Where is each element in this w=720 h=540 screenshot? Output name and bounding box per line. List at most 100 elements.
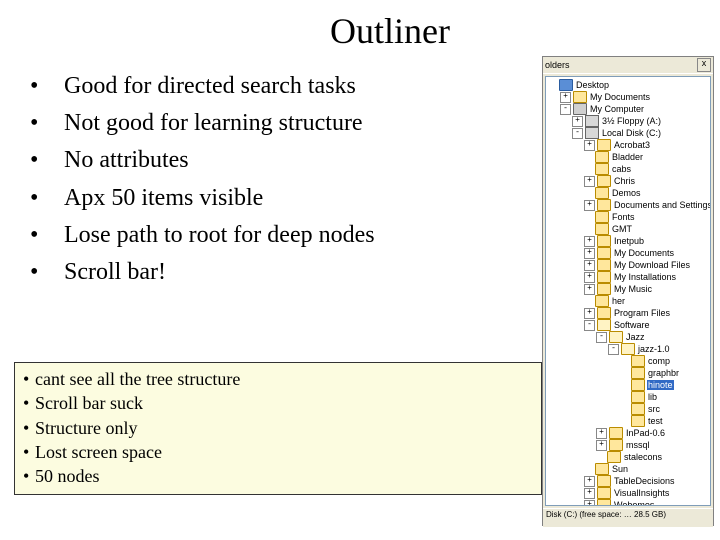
tree-node-label[interactable]: VisualInsights [613,488,670,498]
tree-node[interactable]: her [548,295,710,307]
tree-node-label[interactable]: TableDecisions [613,476,676,486]
tree-node-label[interactable]: hinote [647,380,674,390]
collapse-icon[interactable]: - [584,320,595,331]
tree-node-label[interactable]: jazz-1.0 [637,344,671,354]
tree-node-label[interactable]: Desktop [575,80,610,90]
collapse-icon[interactable]: - [608,344,619,355]
tree-node[interactable]: cabs [548,163,710,175]
tree-node[interactable]: Fonts [548,211,710,223]
tree-node-label[interactable]: Sun [611,464,629,474]
tree-node[interactable]: GMT [548,223,710,235]
expand-icon[interactable]: + [584,272,595,283]
tree-node[interactable]: graphbr [548,367,710,379]
tree-node-label[interactable]: Demos [611,188,642,198]
tree-node[interactable]: Bladder [548,151,710,163]
tree-node-label[interactable]: cabs [611,164,632,174]
list-item: •No attributes [30,142,520,179]
tree-node-label[interactable]: test [647,416,664,426]
tree-node-label[interactable]: comp [647,356,671,366]
folder-tree[interactable]: Desktop+My Documents-My Computer+3½ Flop… [545,76,711,506]
close-button[interactable]: x [697,58,711,72]
tree-node-label[interactable]: Webomes [613,500,655,506]
expand-icon[interactable]: + [584,308,595,319]
tree-node[interactable]: + TableDecisions [548,475,710,487]
tree-node[interactable]: hinote [548,379,710,391]
tree-node-label[interactable]: mssql [625,440,651,450]
expand-icon[interactable]: + [584,488,595,499]
tree-node[interactable]: + Chris [548,175,710,187]
expand-icon[interactable]: + [560,92,571,103]
tree-node[interactable]: - Local Disk (C:) [548,127,710,139]
expand-icon[interactable]: + [584,248,595,259]
tree-node[interactable]: + My Documents [548,91,710,103]
tree-node[interactable]: comp [548,355,710,367]
tree-node[interactable]: + My Music [548,283,710,295]
tree-node[interactable]: - Software [548,319,710,331]
tree-node[interactable]: +3½ Floppy (A:) [548,115,710,127]
folder-icon [595,151,609,163]
expand-icon[interactable]: + [584,476,595,487]
tree-node-label[interactable]: InPad-0.6 [625,428,666,438]
tree-node[interactable]: - jazz-1.0 [548,343,710,355]
tree-node[interactable]: lib [548,391,710,403]
tree-node-label[interactable]: My Computer [589,104,645,114]
tree-node-label[interactable]: Local Disk (C:) [601,128,662,138]
tree-node-label[interactable]: src [647,404,661,414]
tree-node-label[interactable]: lib [647,392,658,402]
tree-node-label[interactable]: My Documents [589,92,651,102]
tree-node[interactable]: + Program Files [548,307,710,319]
expand-icon[interactable]: + [584,140,595,151]
tree-node[interactable]: + InPad-0.6 [548,427,710,439]
expand-icon[interactable]: + [584,236,595,247]
tree-node[interactable]: + Webomes [548,499,710,506]
expand-icon[interactable]: + [584,284,595,295]
expand-icon[interactable]: + [596,428,607,439]
tree-node-label[interactable]: My Download Files [613,260,691,270]
tree-node[interactable]: src [548,403,710,415]
tree-node-label[interactable]: Fonts [611,212,636,222]
tree-node[interactable]: stalecons [548,451,710,463]
collapse-icon[interactable]: - [560,104,571,115]
tree-node[interactable]: Sun [548,463,710,475]
tree-node[interactable]: - Jazz [548,331,710,343]
tree-node[interactable]: + My Documents [548,247,710,259]
tree-node[interactable]: + Inetpub [548,235,710,247]
expand-icon[interactable]: + [584,176,595,187]
tree-node-label[interactable]: My Documents [613,248,675,258]
tree-node[interactable]: test [548,415,710,427]
tree-node[interactable]: + My Installations [548,271,710,283]
collapse-icon[interactable]: - [596,332,607,343]
folder-icon [609,439,623,451]
tree-node-label[interactable]: stalecons [623,452,663,462]
tree-node-label[interactable]: Software [613,320,651,330]
folder-icon [595,463,609,475]
expand-icon[interactable]: + [584,200,595,211]
tree-node-label[interactable]: her [611,296,626,306]
tree-node-label[interactable]: Program Files [613,308,671,318]
tree-node-label[interactable]: GMT [611,224,633,234]
tree-node[interactable]: + VisualInsights [548,487,710,499]
tree-node[interactable]: + My Download Files [548,259,710,271]
tree-node-label[interactable]: Documents and Settings [613,200,711,210]
tree-node-label[interactable]: My Installations [613,272,677,282]
tree-node-label[interactable]: Chris [613,176,636,186]
folder-icon [631,355,645,367]
expand-icon[interactable]: + [572,116,583,127]
tree-node-label[interactable]: Jazz [625,332,646,342]
tree-node-label[interactable]: Acrobat3 [613,140,651,150]
tree-node-label[interactable]: My Music [613,284,653,294]
tree-node[interactable]: Desktop [548,79,710,91]
tree-node[interactable]: Demos [548,187,710,199]
tree-node[interactable]: - My Computer [548,103,710,115]
tree-node[interactable]: + Documents and Settings [548,199,710,211]
collapse-icon[interactable]: - [572,128,583,139]
tree-node-label[interactable]: 3½ Floppy (A:) [601,116,662,126]
tree-node[interactable]: + mssql [548,439,710,451]
tree-node-label[interactable]: Inetpub [613,236,645,246]
expand-icon[interactable]: + [584,260,595,271]
expand-icon[interactable]: + [584,500,595,507]
expand-icon[interactable]: + [596,440,607,451]
tree-node-label[interactable]: graphbr [647,368,680,378]
tree-node-label[interactable]: Bladder [611,152,644,162]
tree-node[interactable]: + Acrobat3 [548,139,710,151]
